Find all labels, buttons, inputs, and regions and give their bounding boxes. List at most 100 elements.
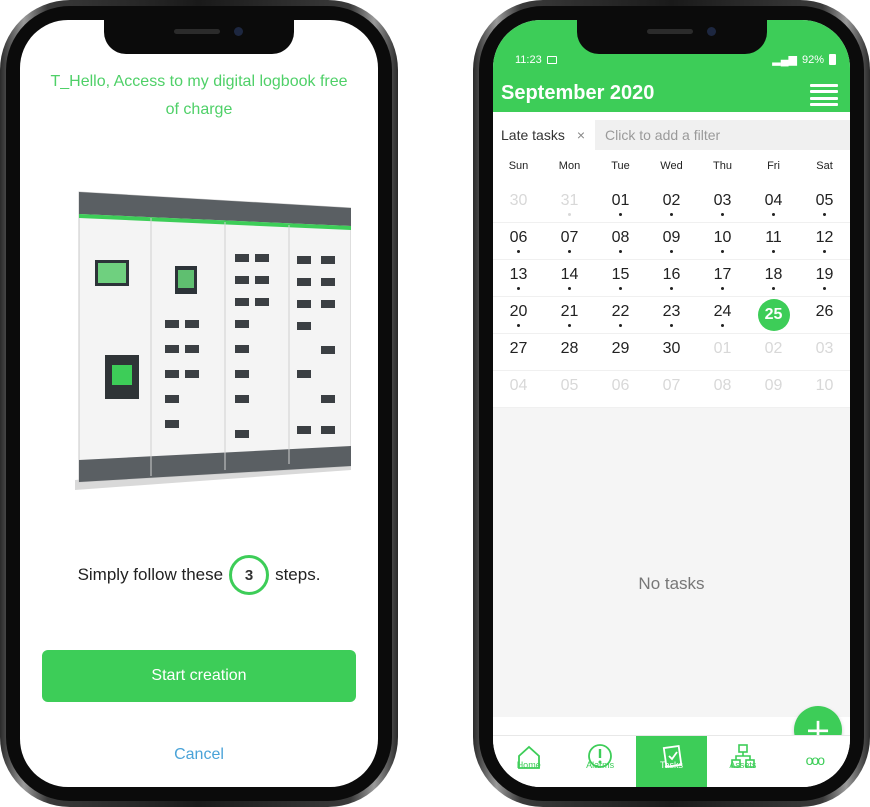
phone-notch [104, 20, 294, 54]
day-number: 20 [509, 303, 528, 320]
day-number: 03 [713, 192, 732, 209]
calendar-grid: 30 31 01 02 03 04 05 06 07 08 09 10 11 12 13 14 15 16 17 18… [493, 186, 850, 408]
nav-label: Tasks [660, 760, 684, 770]
calendar-day[interactable]: 29 [595, 334, 646, 371]
calendar-day[interactable]: 11 [748, 223, 799, 260]
calendar-day[interactable]: 04 [493, 371, 544, 408]
calendar-day[interactable]: 20 [493, 297, 544, 334]
task-indicator-dot [670, 250, 673, 253]
weekday-label: Wed [660, 160, 683, 172]
weekday-label: Sun [508, 160, 529, 172]
calendar-day[interactable]: 02 [646, 186, 697, 223]
calendar-day[interactable]: 17 [697, 260, 748, 297]
day-number: 01 [611, 192, 630, 209]
calendar-day[interactable]: 07 [544, 223, 595, 260]
calendar-day[interactable]: 18 [748, 260, 799, 297]
calendar-day[interactable]: 10 [799, 371, 850, 408]
calendar-day[interactable]: 08 [595, 223, 646, 260]
calendar-screen: 11:23 ▂▄▆ 92% September 2020 Late tasks … [493, 20, 850, 787]
calendar-day[interactable]: 23 [646, 297, 697, 334]
calendar-day[interactable]: 05 [799, 186, 850, 223]
calendar-day[interactable]: 16 [646, 260, 697, 297]
calendar-day[interactable]: 06 [595, 371, 646, 408]
weekday-label: Sat [816, 160, 833, 172]
close-icon[interactable]: × [577, 127, 585, 143]
weekday-header: Sun Mon Tue Wed Thu Fri Sat [493, 160, 850, 178]
nav-item-more[interactable]: ooo [779, 736, 850, 787]
nav-item-alarms[interactable]: Alarms [564, 736, 635, 787]
task-indicator-dot [517, 324, 520, 327]
calendar-day[interactable]: 01 [595, 186, 646, 223]
calendar-day[interactable]: 04 [748, 186, 799, 223]
day-number: 06 [509, 229, 528, 246]
day-number: 05 [560, 377, 579, 394]
calendar-day-today[interactable]: 25 [748, 297, 799, 334]
task-indicator-dot [823, 287, 826, 290]
calendar-day[interactable]: 30 [493, 186, 544, 223]
calendar-day[interactable]: 12 [799, 223, 850, 260]
task-indicator-dot [670, 213, 673, 216]
nav-item-tasks[interactable]: Tasks [635, 736, 708, 787]
task-indicator-dot [568, 324, 571, 327]
day-number: 31 [560, 192, 579, 209]
phone-notch [576, 20, 767, 54]
day-number: 15 [611, 266, 630, 283]
calendar-day[interactable]: 13 [493, 260, 544, 297]
calendar-day[interactable]: 03 [697, 186, 748, 223]
calendar-day[interactable]: 30 [646, 334, 697, 371]
battery-icon [829, 54, 836, 65]
calendar-day[interactable]: 22 [595, 297, 646, 334]
day-number: 13 [509, 266, 528, 283]
day-number: 22 [611, 303, 630, 320]
calendar-day[interactable]: 10 [697, 223, 748, 260]
calendar-day[interactable]: 06 [493, 223, 544, 260]
calendar-day[interactable]: 31 [544, 186, 595, 223]
calendar-day[interactable]: 09 [748, 371, 799, 408]
add-filter-input[interactable]: Click to add a filter [595, 127, 720, 143]
nav-item-assets[interactable]: Assets [707, 736, 778, 787]
calendar-day[interactable]: 03 [799, 334, 850, 371]
calendar-day[interactable]: 14 [544, 260, 595, 297]
start-creation-button[interactable]: Start creation [42, 650, 356, 702]
calendar-day[interactable]: 01 [697, 334, 748, 371]
task-indicator-dot [670, 324, 673, 327]
task-indicator-dot [568, 287, 571, 290]
day-number: 30 [662, 340, 681, 357]
day-number: 30 [509, 192, 528, 209]
more-icon: ooo [805, 752, 825, 768]
calendar-day[interactable]: 08 [697, 371, 748, 408]
calendar-day[interactable]: 09 [646, 223, 697, 260]
calendar-day[interactable]: 02 [748, 334, 799, 371]
calendar-day[interactable]: 21 [544, 297, 595, 334]
calendar-day[interactable]: 26 [799, 297, 850, 334]
onboarding-screen: T_Hello, Access to my digital logbook fr… [20, 20, 378, 787]
weekday-label: Mon [558, 160, 581, 172]
calendar-day[interactable]: 05 [544, 371, 595, 408]
switchboard-cabinet-image [75, 191, 351, 490]
task-indicator-dot [619, 287, 622, 290]
cancel-link[interactable]: Cancel [20, 746, 378, 764]
task-indicator-dot [619, 250, 622, 253]
steps-info: Simply follow these 3 steps. [20, 555, 378, 595]
day-number: 02 [662, 192, 681, 209]
calendar-day[interactable]: 15 [595, 260, 646, 297]
calendar-day[interactable]: 27 [493, 334, 544, 371]
day-number: 27 [509, 340, 528, 357]
task-indicator-dot [721, 213, 724, 216]
day-number: 12 [815, 229, 834, 246]
calendar-day[interactable]: 24 [697, 297, 748, 334]
day-number: 07 [560, 229, 579, 246]
day-number: 08 [713, 377, 732, 394]
calendar-day[interactable]: 19 [799, 260, 850, 297]
hamburger-menu-icon[interactable] [810, 84, 838, 106]
month-title[interactable]: September 2020 [501, 82, 654, 105]
day-number: 07 [662, 377, 681, 394]
day-number: 28 [560, 340, 579, 357]
nav-item-home[interactable]: Home [493, 736, 564, 787]
task-indicator-dot [772, 213, 775, 216]
day-number: 25 [757, 299, 790, 331]
calendar-day[interactable]: 28 [544, 334, 595, 371]
filter-chip-late-tasks[interactable]: Late tasks × [493, 120, 596, 150]
day-number: 17 [713, 266, 732, 283]
calendar-day[interactable]: 07 [646, 371, 697, 408]
